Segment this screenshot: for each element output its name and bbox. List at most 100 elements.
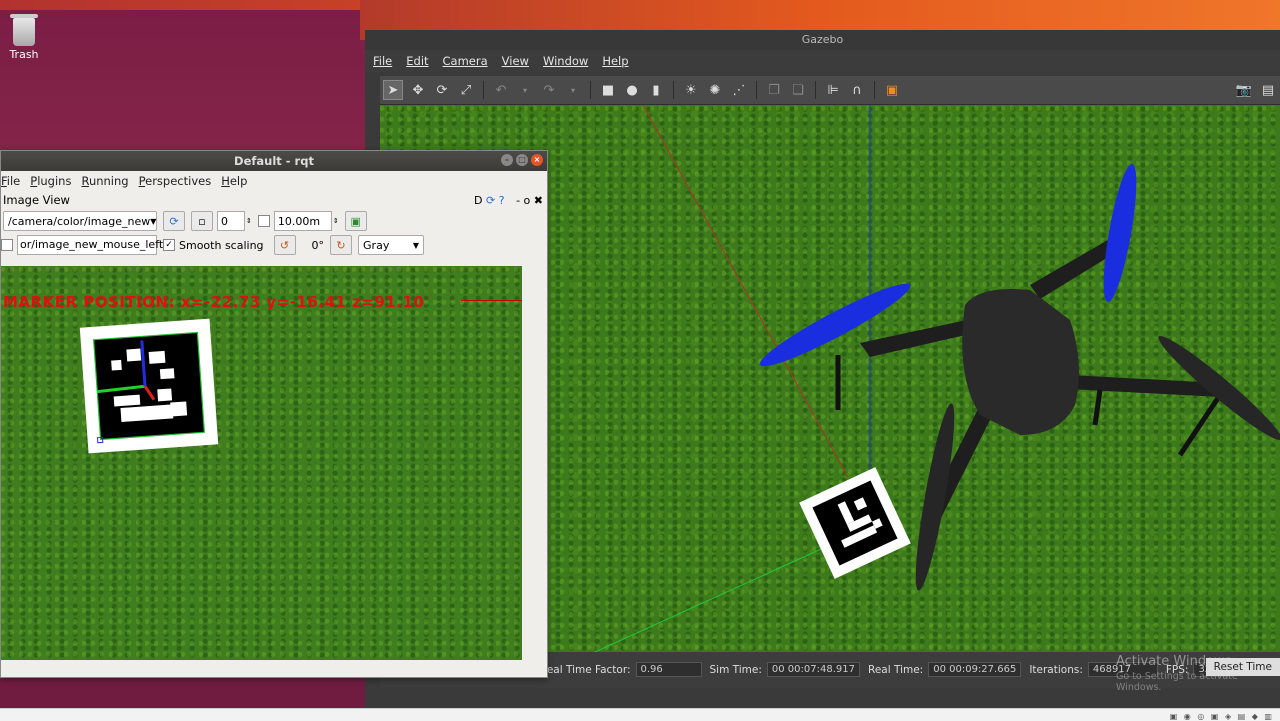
mouse-topic-field[interactable]: or/image_new_mouse_left	[17, 235, 163, 255]
distance-checkbox[interactable]	[257, 215, 270, 227]
real-time-label: Real Time:	[868, 663, 924, 676]
maximize-icon[interactable]: □	[516, 154, 528, 166]
spin-box-value: 0	[221, 214, 228, 228]
gazebo-menu-help[interactable]: Help	[602, 54, 628, 68]
reload-plugin-icon[interactable]: ⟳	[486, 194, 495, 207]
spin-box[interactable]: 0	[217, 211, 245, 231]
taskbar: ▣ ◉ ◎ ▣ ◈ ▤ ◆ ▥	[0, 708, 1280, 721]
undo-icon[interactable]: ↶	[492, 81, 510, 99]
gazebo-title: Gazebo	[365, 30, 1280, 50]
refresh-topics-button[interactable]: ⟳	[163, 211, 185, 231]
save-image-button[interactable]: ▣	[344, 211, 367, 231]
screenshot-icon[interactable]: 📷	[1235, 81, 1253, 99]
sim-time-label: Sim Time:	[709, 663, 762, 676]
zoom-button[interactable]: ▫	[191, 211, 213, 231]
trash-desktop-icon[interactable]: Trash	[4, 14, 44, 61]
rqt-titlebar: Default - rqt – □ ×	[1, 151, 547, 171]
align-icon[interactable]: ⊫	[824, 81, 842, 99]
rotation-value: 0°	[311, 238, 325, 252]
color-scheme-select[interactable]: Gray ▼	[358, 235, 425, 255]
redo-dropdown-icon[interactable]: ▾	[564, 81, 582, 99]
rotate-right-button[interactable]: ↻	[330, 235, 353, 255]
gazebo-menu-file[interactable]: File	[373, 54, 392, 68]
copy-icon[interactable]: ❐	[765, 81, 783, 99]
toolbar-separator	[673, 81, 674, 99]
plugin-title: Image View	[3, 193, 70, 207]
y-axis-line	[594, 544, 831, 652]
topic-toolbar: /camera/color/image_new ▼ ⟳ ▫ 0 ⇕ 10.00m…	[1, 209, 547, 233]
toolbar-separator	[756, 81, 757, 99]
minimize-icon[interactable]: –	[501, 154, 513, 166]
cylinder-shape-icon[interactable]: ▮	[647, 81, 665, 99]
rtf-label: Real Time Factor:	[540, 663, 631, 676]
rqt-title: Default - rqt	[234, 154, 314, 168]
gazebo-menu-window[interactable]: Window	[543, 54, 588, 68]
toolbar-separator	[874, 81, 875, 99]
topic-select[interactable]: /camera/color/image_new ▼	[3, 211, 157, 231]
undo-dropdown-icon[interactable]: ▾	[516, 81, 534, 99]
scale-mode-icon[interactable]: ⤢	[457, 81, 475, 99]
sim-time-value: 00 00:07:48.917	[766, 662, 860, 677]
aruco-marker-camera	[79, 318, 219, 454]
rqt-window: Default - rqt – □ × File Plugins Running…	[0, 150, 548, 678]
chevron-down-icon: ▼	[412, 240, 420, 250]
distance-spin-arrows-icon[interactable]: ⇕	[333, 217, 339, 225]
rotate-left-button[interactable]: ↺	[273, 235, 296, 255]
snap-icon[interactable]: ∩	[848, 81, 866, 99]
rqt-menu-running[interactable]: Running	[81, 174, 128, 188]
rtf-value: 0.96	[635, 662, 702, 677]
aruco-marker-ground	[799, 467, 911, 579]
translate-mode-icon[interactable]: ✥	[409, 81, 427, 99]
mouse-topic-value: or/image_new_mouse_left	[20, 238, 164, 251]
plugin-header-controls: D ⟳ ? - o ✖	[474, 194, 543, 207]
dock-toggle-button[interactable]: D	[474, 194, 482, 207]
view-angle-icon[interactable]: ▣	[883, 81, 901, 99]
toolbar-separator	[483, 81, 484, 99]
select-mode-icon[interactable]: ➤	[383, 80, 403, 100]
close-icon[interactable]: ×	[531, 154, 543, 166]
toolbar-separator	[590, 81, 591, 99]
log-icon[interactable]: ▤	[1259, 81, 1277, 99]
trash-label: Trash	[9, 48, 39, 61]
distance-value: 10.00m	[277, 214, 321, 228]
real-time-value: 00 00:09:27.665	[928, 662, 1022, 677]
rqt-menu-help[interactable]: Help	[221, 174, 247, 188]
paste-icon[interactable]: ❏	[789, 81, 807, 99]
directional-light-icon[interactable]: ⋰	[730, 81, 748, 99]
plugin-minimize-icon[interactable]: -	[516, 194, 520, 207]
spin-arrows-icon[interactable]: ⇕	[246, 217, 252, 225]
mouse-publish-checkbox[interactable]	[1, 239, 13, 251]
x-axis-line	[642, 105, 849, 478]
gazebo-menubar: File Edit Camera View Window Help	[365, 50, 1280, 72]
reset-time-button[interactable]: Reset Time	[1205, 658, 1280, 676]
redo-icon[interactable]: ↷	[540, 81, 558, 99]
box-shape-icon[interactable]: ■	[599, 81, 617, 99]
plugin-close-icon[interactable]: ✖	[534, 194, 543, 207]
camera-image-view[interactable]: MARKER POSITION: x=-22.73 y=-16.41 z=91.…	[1, 266, 522, 660]
rqt-menu-file[interactable]: File	[1, 174, 20, 188]
rqt-menu-perspectives[interactable]: Perspectives	[139, 174, 212, 188]
trash-icon	[10, 14, 38, 46]
mouse-toolbar: or/image_new_mouse_left ✓ Smooth scaling…	[1, 233, 547, 257]
help-icon[interactable]: ?	[499, 194, 505, 207]
smooth-scaling-checkbox[interactable]: ✓	[163, 239, 175, 251]
toolbar-separator	[815, 81, 816, 99]
rqt-menu-plugins[interactable]: Plugins	[30, 174, 71, 188]
sphere-shape-icon[interactable]: ●	[623, 81, 641, 99]
camera-marker-overlay	[79, 318, 219, 454]
gazebo-menu-view[interactable]: View	[502, 54, 529, 68]
color-scheme-value: Gray	[363, 238, 390, 252]
smooth-scaling-label: Smooth scaling	[179, 238, 264, 252]
plugin-header: Image View D ⟳ ? - o ✖	[1, 191, 547, 209]
point-light-icon[interactable]: ☀	[682, 81, 700, 99]
gazebo-menu-camera[interactable]: Camera	[443, 54, 488, 68]
plugin-float-icon[interactable]: o	[524, 194, 531, 207]
gazebo-toolbar: ➤ ✥ ⟳ ⤢ ↶ ▾ ↷ ▾ ■ ● ▮ ☀ ✺ ⋰ ❐ ❏ ⊫ ∩ ▣ 📷 …	[380, 76, 1280, 105]
window-controls: – □ ×	[498, 154, 543, 166]
topic-select-value: /camera/color/image_new	[8, 214, 151, 228]
spot-light-icon[interactable]: ✺	[706, 81, 724, 99]
distance-field[interactable]: 10.00m	[273, 211, 332, 231]
gazebo-menu-edit[interactable]: Edit	[406, 54, 428, 68]
chevron-down-icon: ▼	[150, 216, 157, 226]
rotate-mode-icon[interactable]: ⟳	[433, 81, 451, 99]
